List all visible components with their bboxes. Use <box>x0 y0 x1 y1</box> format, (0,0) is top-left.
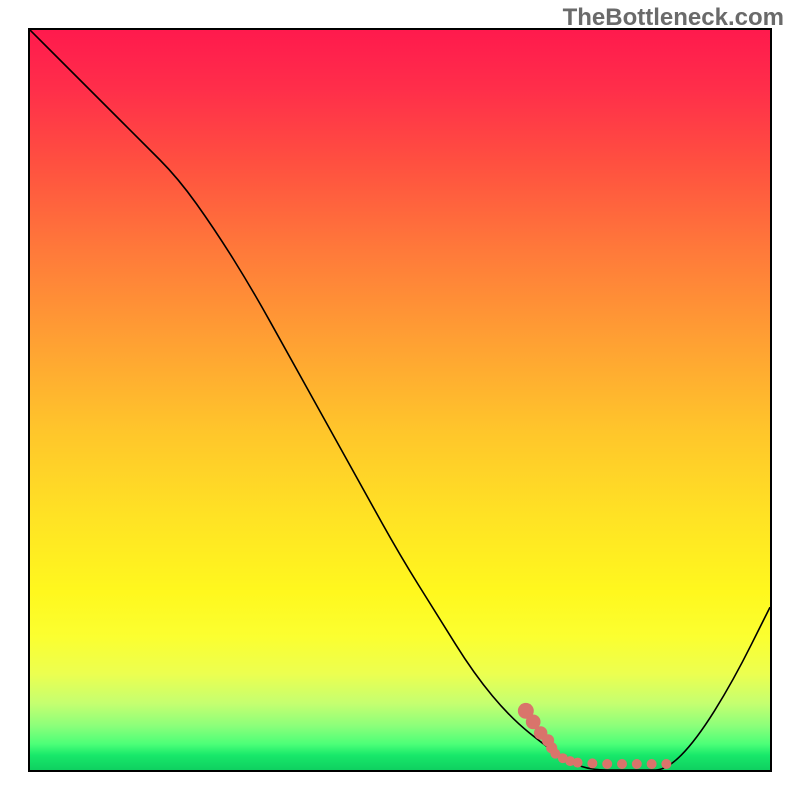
marker-dot <box>617 759 627 769</box>
marker-dot <box>661 759 671 769</box>
marker-dot <box>647 759 657 769</box>
watermark-text: TheBottleneck.com <box>563 4 784 32</box>
optimal-zone-markers <box>518 703 671 769</box>
chart-svg <box>30 30 770 770</box>
marker-dot <box>573 758 583 768</box>
marker-dot <box>632 759 642 769</box>
bottleneck-curve-path <box>30 30 770 770</box>
chart-frame <box>28 28 772 772</box>
marker-dot <box>602 759 612 769</box>
marker-dot <box>587 758 597 768</box>
